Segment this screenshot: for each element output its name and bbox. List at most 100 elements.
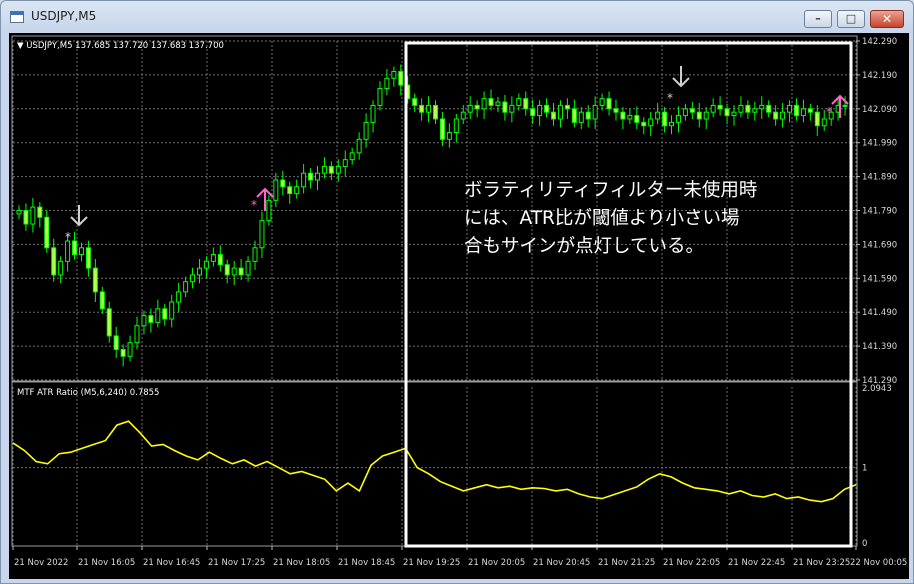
candle-body [689, 108, 695, 113]
candle-body [72, 240, 78, 256]
candle-body [426, 104, 432, 113]
annotation-line: には、ATR比が閾値より小さい場 [464, 208, 740, 229]
annotation-line: ボラティリティフィルター未使用時 [464, 180, 758, 201]
sell-arrow-icon [70, 205, 88, 227]
candle-body [502, 101, 508, 113]
candle-body [141, 315, 147, 327]
price-axis-label: 141.790 [862, 207, 897, 217]
candle-body [599, 98, 605, 106]
chart-canvas[interactable]: 142.290 142.190 142.090 141.990 141.890 141.7… [9, 33, 909, 579]
buy-signal-star: * [826, 105, 832, 119]
maximize-button[interactable]: □ [837, 10, 865, 28]
candle-body [731, 111, 737, 117]
sell-arrow-icon [672, 66, 690, 88]
candle-body [745, 104, 751, 113]
candle-body [585, 111, 591, 120]
candle-body [662, 111, 668, 127]
candle-body [682, 108, 688, 117]
candle-body [523, 98, 529, 110]
atr-ratio-line [12, 420, 857, 503]
candle-body [696, 111, 702, 120]
indicator-panel-header: MTF ATR Ratio (M5,6,240) 0.7855 [17, 388, 159, 398]
candle-body [321, 165, 327, 174]
candle-body [419, 104, 425, 113]
candle-body [127, 342, 133, 357]
candle-body [821, 118, 827, 127]
buy-arrow-icon [831, 94, 849, 118]
candle-body [301, 172, 307, 188]
candle-body [641, 121, 647, 127]
close-button[interactable]: ✕ [870, 10, 904, 28]
candle-body [148, 315, 154, 323]
candle-body [113, 335, 119, 350]
candle-body [592, 104, 598, 120]
candle-body [120, 348, 126, 357]
price-axis-label: 141.690 [862, 240, 897, 250]
chart-svg[interactable]: 142.290 142.190 142.090 141.990 141.890 141.7… [9, 33, 909, 579]
title-bar[interactable]: USDJPY,M5 – □ ✕ [1, 1, 913, 33]
price-axis-label: 142.190 [862, 71, 897, 81]
candle-body [516, 98, 522, 106]
price-axis-label: 141.590 [862, 274, 897, 284]
candle-body [92, 267, 98, 293]
candle-body [349, 152, 355, 161]
candle-body [509, 104, 515, 113]
candle-body [252, 247, 258, 262]
candle-body [245, 260, 251, 276]
candle-body [155, 308, 161, 323]
candle-body [176, 291, 182, 303]
candle-body [266, 199, 272, 222]
candle-body [634, 115, 640, 123]
indicator-axis-label: 0 [862, 539, 867, 549]
candle-body [814, 111, 820, 127]
candle-body [724, 108, 730, 117]
candle-body [474, 104, 480, 110]
candle-body [328, 165, 334, 174]
candle-body [460, 111, 466, 120]
candle-body [58, 260, 64, 276]
price-axis-label: 141.990 [862, 139, 897, 149]
candle-body [738, 104, 744, 113]
candle-body [613, 108, 619, 113]
sell-signal-star: * [65, 230, 71, 244]
candle-body [51, 247, 57, 276]
time-axis-label: 21 Nov 20:05 [468, 558, 525, 568]
candle-body [787, 104, 793, 113]
candle-body [773, 111, 779, 120]
candle-body [433, 104, 438, 120]
candle-body [183, 281, 189, 293]
candle-body [752, 108, 758, 113]
candle-body [134, 325, 140, 344]
candle-body [467, 104, 473, 113]
candle-body [384, 77, 390, 89]
candle-body [648, 118, 654, 127]
indicator-panel-frame [11, 381, 858, 547]
candle-body [287, 186, 293, 195]
candle-body [488, 98, 494, 106]
candle-body [85, 247, 91, 269]
candle-body [571, 108, 577, 123]
candle-body [398, 71, 404, 86]
window-title: USDJPY,M5 [31, 9, 97, 23]
candle-body [231, 267, 237, 276]
time-axis-label: 21 Nov 20:45 [533, 558, 590, 568]
candle-body [294, 186, 300, 195]
candle-body [78, 247, 84, 256]
candle-body [759, 104, 765, 110]
price-panel-header: ▼ USDJPY,M5 137.685 137.720 137.683 137.… [17, 41, 224, 51]
candle-body [238, 267, 244, 276]
candle-body [675, 115, 681, 123]
candle-body [23, 210, 29, 225]
candle-body [99, 291, 105, 310]
minimize-button[interactable]: – [804, 10, 832, 28]
candle-body [314, 172, 320, 181]
candle-body [710, 104, 716, 113]
time-axis-label: 21 Nov 23:25 [793, 558, 850, 568]
candle-body [30, 206, 36, 225]
candle-body [669, 121, 675, 127]
candle-body [800, 108, 806, 117]
candle-body [162, 308, 168, 320]
candle-body [446, 132, 452, 140]
candle-body [377, 87, 383, 106]
candle-body [335, 165, 341, 174]
